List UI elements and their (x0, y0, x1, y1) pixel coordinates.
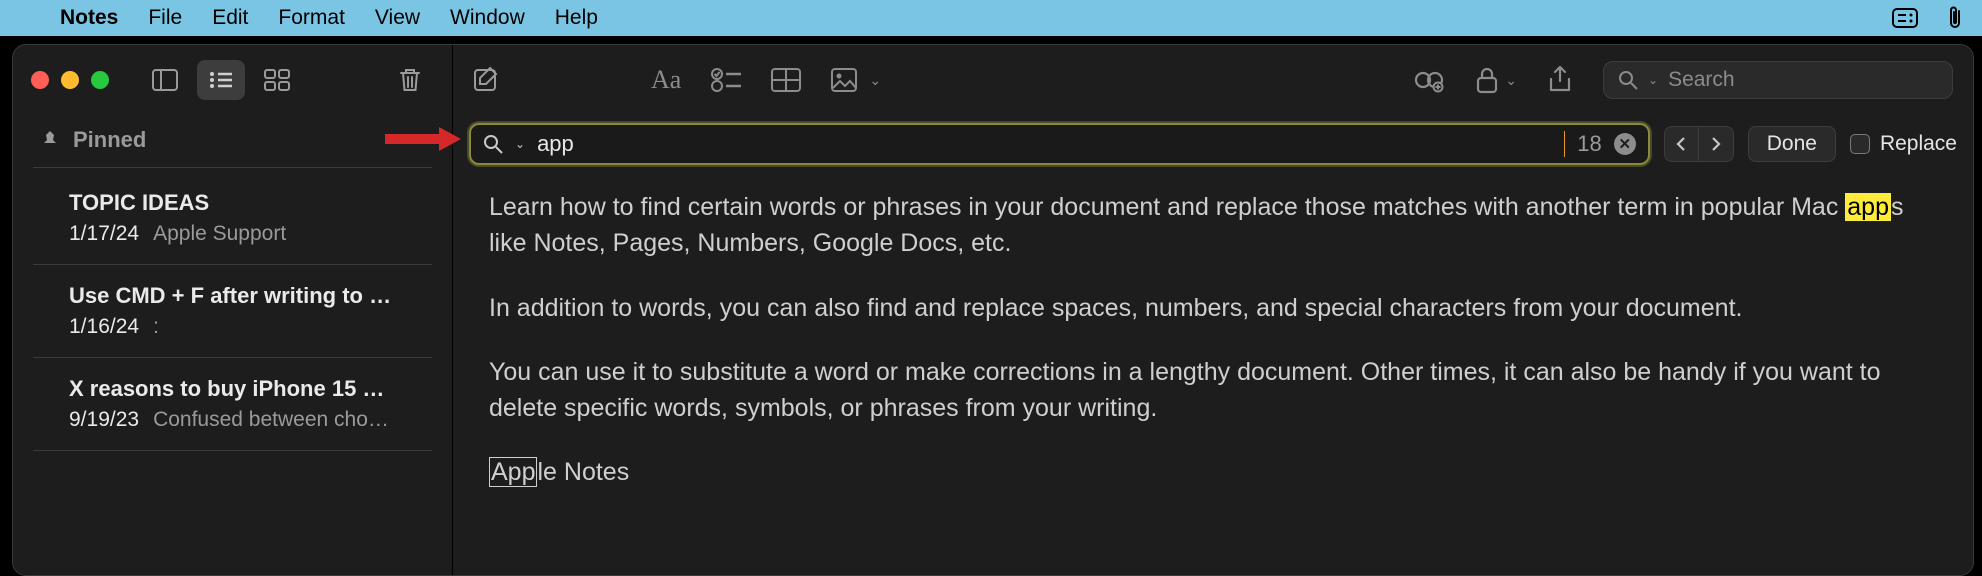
note-paragraph: Learn how to find certain words or phras… (489, 189, 1937, 262)
note-date: 1/16/24 (69, 315, 139, 339)
editor-pane: Aa ⌄ ⌄ ⌄ Search (453, 45, 1973, 575)
find-input[interactable]: ⌄ app 18 ✕ (469, 123, 1650, 165)
menubar-control-icon[interactable] (1892, 8, 1918, 28)
find-prev-button[interactable] (1665, 127, 1699, 161)
note-item[interactable]: X reasons to buy iPhone 15 Pr… 9/19/23 C… (33, 358, 432, 451)
notes-window: Pinned TOPIC IDEAS 1/17/24 Apple Support… (12, 44, 1974, 576)
menubar-item-window[interactable]: Window (450, 6, 525, 30)
note-paragraph: In addition to words, you can also find … (489, 290, 1937, 326)
note-list: TOPIC IDEAS 1/17/24 Apple Support Use CM… (13, 167, 452, 451)
menubar-item-help[interactable]: Help (555, 6, 598, 30)
chevron-down-icon: ⌄ (1505, 72, 1517, 89)
annotation-arrow-icon (383, 125, 461, 153)
search-placeholder: Search (1668, 68, 1735, 92)
menubar-item-file[interactable]: File (148, 6, 182, 30)
replace-label: Replace (1880, 132, 1957, 156)
search-icon (483, 134, 503, 154)
media-button[interactable]: ⌄ (831, 68, 881, 92)
new-note-button[interactable] (473, 66, 501, 94)
pinned-label: Pinned (73, 127, 146, 153)
checklist-button[interactable] (711, 68, 741, 92)
find-next-button[interactable] (1699, 127, 1733, 161)
editor-toolbar: Aa ⌄ ⌄ ⌄ Search (453, 45, 1973, 115)
window-minimize-button[interactable] (61, 71, 79, 89)
note-date: 9/19/23 (69, 408, 139, 432)
clear-find-button[interactable]: ✕ (1614, 133, 1636, 155)
find-query-text: app (537, 131, 1565, 157)
window-controls (31, 71, 109, 89)
note-preview: Confused between choosi… (153, 408, 396, 432)
menubar-item-edit[interactable]: Edit (212, 6, 248, 30)
find-match-current: app (1845, 193, 1891, 221)
note-paragraph: Apple Notes (489, 454, 1937, 490)
note-title: TOPIC IDEAS (69, 190, 396, 216)
share-button[interactable] (1547, 65, 1573, 95)
note-paragraph: You can use it to substitute a word or m… (489, 354, 1937, 427)
search-input[interactable]: ⌄ Search (1603, 61, 1953, 99)
note-preview: Apple Support (153, 222, 396, 246)
find-bar: ⌄ app 18 ✕ Done Replace (453, 115, 1973, 177)
lock-button[interactable]: ⌄ (1475, 66, 1517, 94)
gallery-view-button[interactable] (253, 60, 301, 100)
note-body[interactable]: Learn how to find certain words or phras… (453, 177, 1973, 531)
sidebar-toggle-button[interactable] (141, 60, 189, 100)
replace-toggle[interactable]: Replace (1850, 132, 1957, 156)
note-date: 1/17/24 (69, 222, 139, 246)
note-title: X reasons to buy iPhone 15 Pr… (69, 376, 396, 402)
find-match: App (489, 457, 537, 487)
macos-menubar: Notes File Edit Format View Window Help (0, 0, 1982, 36)
note-item[interactable]: TOPIC IDEAS 1/17/24 Apple Support (33, 167, 432, 265)
delete-note-button[interactable] (386, 60, 434, 100)
menubar-app-name[interactable]: Notes (60, 6, 118, 30)
window-zoom-button[interactable] (91, 71, 109, 89)
menubar-paperclip-icon[interactable] (1946, 5, 1964, 31)
search-icon (1618, 70, 1638, 90)
sidebar-toolbar (13, 45, 452, 115)
table-button[interactable] (771, 68, 801, 92)
replace-checkbox[interactable] (1850, 134, 1870, 154)
chevron-down-icon: ⌄ (1648, 73, 1658, 87)
chevron-down-icon[interactable]: ⌄ (515, 137, 525, 151)
pin-icon (41, 130, 59, 150)
note-title: Use CMD + F after writing to c… (69, 283, 396, 309)
chevron-down-icon: ⌄ (869, 72, 881, 89)
list-view-button[interactable] (197, 60, 245, 100)
note-preview: : (153, 315, 396, 339)
note-item[interactable]: Use CMD + F after writing to c… 1/16/24 … (33, 265, 432, 358)
find-done-button[interactable]: Done (1748, 126, 1836, 162)
window-close-button[interactable] (31, 71, 49, 89)
menubar-item-view[interactable]: View (375, 6, 420, 30)
menubar-item-format[interactable]: Format (278, 6, 345, 30)
find-nav-buttons (1664, 126, 1734, 162)
format-text-button[interactable]: Aa (651, 65, 681, 95)
find-match-count: 18 (1577, 131, 1601, 157)
link-button[interactable] (1413, 67, 1445, 93)
